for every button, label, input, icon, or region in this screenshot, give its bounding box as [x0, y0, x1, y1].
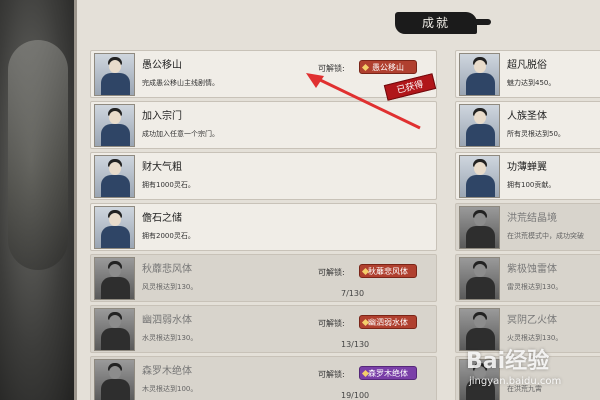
character-portrait	[94, 104, 135, 147]
ink-brush-decoration	[8, 40, 68, 270]
portrait-body	[101, 328, 130, 350]
character-portrait	[459, 53, 500, 96]
achievement-name: 功薄蝉翼	[507, 162, 547, 173]
achievement-name: 财大气粗	[142, 162, 182, 173]
unlock-label: 可解锁:	[318, 268, 345, 277]
achievement-description: 在洪荒模式中，成功突破	[507, 232, 584, 240]
achievement-description: 拥有1000灵石。	[142, 181, 195, 189]
character-portrait	[94, 155, 135, 198]
achievement-name: 洪荒结晶境	[507, 213, 557, 224]
portrait-head	[474, 213, 486, 226]
portrait-body	[101, 226, 130, 248]
portrait-body	[101, 379, 130, 400]
achievement-description: 雷灵根达到130。	[507, 283, 563, 291]
achievement-card[interactable]: 超凡脱俗魅力达到450。	[455, 50, 600, 98]
portrait-head	[109, 315, 121, 328]
achievement-name: 紫极蚀雷体	[507, 264, 557, 275]
portrait-head	[474, 264, 486, 277]
progress-counter: 13/130	[341, 340, 370, 349]
portrait-body	[101, 277, 130, 299]
progress-counter: 7/130	[341, 289, 365, 298]
character-portrait	[459, 104, 500, 147]
unlock-label: 可解锁:	[318, 319, 345, 328]
portrait-head	[474, 60, 486, 73]
unlock-reward-tag[interactable]: 森罗木绝体	[359, 366, 417, 380]
watermark-url: jingyan.baidu.com	[469, 376, 562, 387]
achievement-card[interactable]: 洪荒结晶境在洪荒模式中，成功突破	[455, 203, 600, 251]
achievement-name: 秋蘼悲风体	[142, 264, 192, 275]
achievement-card[interactable]: 儋石之储拥有2000灵石。	[90, 203, 437, 251]
achievement-card[interactable]: 财大气粗拥有1000灵石。	[90, 152, 437, 200]
achievement-description: 木灵根达到100。	[142, 385, 198, 393]
achievement-card[interactable]: 人族圣体所有灵根达到50。	[455, 101, 600, 149]
achievement-card[interactable]: 森罗木绝体木灵根达到100。 可解锁: 森罗木绝体 19/100	[90, 356, 437, 400]
portrait-head	[474, 111, 486, 124]
portrait-body	[466, 277, 495, 299]
character-portrait	[94, 257, 135, 300]
side-background-art	[0, 0, 78, 400]
achievement-description: 水灵根达到130。	[142, 334, 198, 342]
portrait-head	[474, 162, 486, 175]
achievement-name: 加入宗门	[142, 111, 182, 122]
character-portrait	[94, 359, 135, 400]
achievement-description: 魅力达到450。	[507, 79, 556, 87]
portrait-head	[109, 264, 121, 277]
watermark: Bai经验 jingyan.baidu.com	[447, 338, 597, 398]
character-portrait	[94, 206, 135, 249]
panel-title: 成就	[395, 12, 491, 34]
portrait-body	[101, 73, 130, 95]
achievement-description: 拥有2000灵石。	[142, 232, 195, 240]
achievement-card[interactable]: 功薄蝉翼拥有100贡献。	[455, 152, 600, 200]
achievement-name: 人族圣体	[507, 111, 547, 122]
achievement-name: 超凡脱俗	[507, 60, 547, 71]
portrait-head	[109, 213, 121, 226]
portrait-body	[101, 175, 130, 197]
annotation-arrow	[306, 73, 421, 130]
achievement-description: 完成愚公移山主线剧情。	[142, 79, 219, 87]
portrait-body	[466, 73, 495, 95]
achievement-card[interactable]: 秋蘼悲风体风灵根达到130。 可解锁: 秋蘼悲风体 7/130	[90, 254, 437, 302]
portrait-head	[109, 366, 121, 379]
achievement-description: 风灵根达到130。	[142, 283, 198, 291]
unlock-reward-tag[interactable]: 幽泗弱水体	[359, 315, 417, 329]
achievement-name: 愚公移山	[142, 60, 182, 71]
character-portrait	[459, 206, 500, 249]
watermark-brand: Bai经验	[466, 349, 550, 374]
portrait-body	[466, 226, 495, 248]
character-portrait	[94, 308, 135, 351]
unlock-reward-tag[interactable]: 秋蘼悲风体	[359, 264, 417, 278]
portrait-head	[109, 60, 121, 73]
portrait-head	[109, 111, 121, 124]
character-portrait	[94, 53, 135, 96]
portrait-body	[466, 175, 495, 197]
portrait-head	[474, 315, 486, 328]
achievement-card[interactable]: 紫极蚀雷体雷灵根达到130。	[455, 254, 600, 302]
achievement-name: 幽泗弱水体	[142, 315, 192, 326]
unlock-label: 可解锁:	[318, 370, 345, 379]
character-portrait	[459, 257, 500, 300]
achievement-description: 拥有100贡献。	[507, 181, 556, 189]
portrait-head	[109, 162, 121, 175]
achievement-description: 所有灵根达到50。	[507, 130, 565, 138]
progress-counter: 19/100	[341, 391, 370, 400]
character-portrait	[459, 155, 500, 198]
achievement-name: 冥阴乙火体	[507, 315, 557, 326]
portrait-body	[101, 124, 130, 146]
achievement-card[interactable]: 幽泗弱水体水灵根达到130。 可解锁: 幽泗弱水体 13/130	[90, 305, 437, 353]
portrait-body	[466, 124, 495, 146]
achievement-description: 成功加入任意一个宗门。	[142, 130, 219, 138]
achievement-name: 森罗木绝体	[142, 366, 192, 377]
achievement-name: 儋石之储	[142, 213, 182, 224]
panel-header: 成就	[77, 0, 600, 40]
